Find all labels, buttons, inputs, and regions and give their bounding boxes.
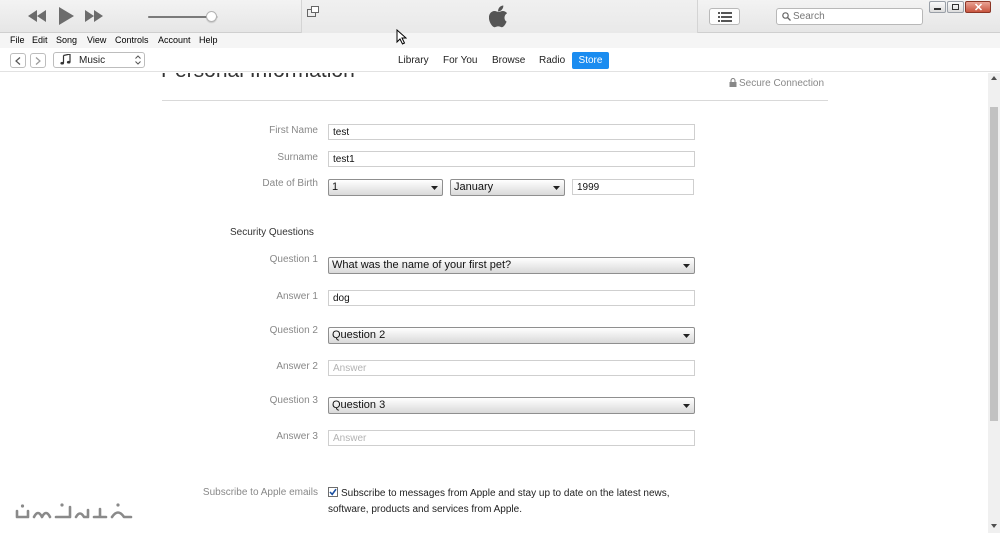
caret-down-icon <box>683 264 690 268</box>
caret-down-icon <box>431 186 438 190</box>
question1-label: Question 1 <box>269 254 318 265</box>
question2-value: Question 2 <box>332 329 386 341</box>
first-name-label: First Name <box>269 125 318 136</box>
subscribe-description: Subscribe to messages from Apple and sta… <box>328 488 670 515</box>
secure-connection-text: Secure Connection <box>739 78 825 89</box>
surname-field[interactable] <box>328 151 695 167</box>
menu-edit[interactable]: Edit <box>32 35 48 45</box>
menu-song[interactable]: Song <box>56 35 77 45</box>
chevron-left-icon <box>15 57 21 65</box>
list-icon <box>718 12 732 22</box>
scroll-thumb[interactable] <box>990 107 998 421</box>
caret-down-icon <box>683 334 690 338</box>
vertical-scrollbar[interactable] <box>988 73 1000 533</box>
minimize-button[interactable] <box>929 1 946 13</box>
question2-label: Question 2 <box>269 325 318 336</box>
back-button[interactable] <box>10 53 26 68</box>
title-divider <box>162 100 828 101</box>
question3-label: Question 3 <box>269 395 318 406</box>
close-button[interactable] <box>965 1 991 13</box>
close-icon <box>974 3 982 11</box>
question3-select[interactable]: Question 3 <box>328 397 695 414</box>
question3-value: Question 3 <box>332 399 386 411</box>
subscribe-label: Subscribe to Apple emails <box>202 487 318 498</box>
question1-value: What was the name of your first pet? <box>332 259 512 271</box>
media-kind-select[interactable]: Music <box>53 52 145 68</box>
apple-logo-icon <box>488 5 509 33</box>
volume-knob[interactable] <box>206 11 217 22</box>
security-questions-heading: Security Questions <box>230 227 314 238</box>
answer3-field[interactable] <box>328 430 695 446</box>
checkmark-icon <box>329 488 337 496</box>
scroll-up-arrow-icon[interactable] <box>990 75 998 81</box>
up-next-button[interactable] <box>709 8 740 25</box>
tab-store[interactable]: Store <box>572 52 609 69</box>
fast-forward-icon[interactable] <box>85 10 103 22</box>
caret-down-icon <box>683 404 690 408</box>
question2-select[interactable]: Question 2 <box>328 327 695 344</box>
miniplayer-icon[interactable] <box>307 4 319 22</box>
minimize-icon <box>934 8 941 10</box>
menu-file[interactable]: File <box>10 35 25 45</box>
first-name-field[interactable] <box>328 124 695 140</box>
surname-label: Surname <box>277 152 318 163</box>
forward-button[interactable] <box>30 53 46 68</box>
question1-select[interactable]: What was the name of your first pet? <box>328 257 695 274</box>
search-box[interactable] <box>776 8 923 25</box>
menu-bar: File Edit Song View Controls Account Hel… <box>0 33 1000 48</box>
music-note-icon <box>60 53 71 68</box>
play-icon[interactable] <box>59 7 74 25</box>
maximize-button[interactable] <box>947 1 964 13</box>
answer2-label: Answer 2 <box>276 361 318 372</box>
dob-year-field[interactable] <box>572 179 694 195</box>
answer3-label: Answer 3 <box>276 431 318 442</box>
rewind-icon[interactable] <box>28 10 46 22</box>
answer1-label: Answer 1 <box>276 291 318 302</box>
menu-view[interactable]: View <box>87 35 106 45</box>
tab-library[interactable]: Library <box>392 52 435 69</box>
dob-month-select[interactable]: January <box>450 179 565 196</box>
dob-day-value: 1 <box>332 181 339 193</box>
volume-fill <box>148 16 211 18</box>
dob-month-value: January <box>454 181 494 193</box>
navigation-bar: Music Library For You Browse Radio Store <box>0 48 1000 72</box>
restore-icon <box>952 4 959 10</box>
scroll-down-arrow-icon[interactable] <box>990 523 998 529</box>
page-title: Personal Information <box>161 73 355 83</box>
answer1-field[interactable] <box>328 290 695 306</box>
player-toolbar <box>0 0 1000 33</box>
menu-controls[interactable]: Controls <box>115 35 149 45</box>
search-input[interactable] <box>793 10 919 23</box>
updown-chevron-icon <box>135 55 141 68</box>
secure-connection: Secure Connection <box>729 77 825 89</box>
dob-day-select[interactable]: 1 <box>328 179 443 196</box>
chevron-right-icon <box>35 57 41 65</box>
dob-label: Date of Birth <box>262 178 318 189</box>
answer2-field[interactable] <box>328 360 695 376</box>
lock-icon <box>729 77 737 87</box>
menu-account[interactable]: Account <box>158 35 191 45</box>
tab-radio[interactable]: Radio <box>533 52 571 69</box>
tab-for-you[interactable]: For You <box>437 52 483 69</box>
watermark-logo <box>15 503 133 519</box>
caret-down-icon <box>553 186 560 190</box>
menu-help[interactable]: Help <box>199 35 218 45</box>
search-icon <box>782 12 791 21</box>
subscribe-checkbox[interactable] <box>328 487 338 497</box>
tab-browse[interactable]: Browse <box>486 52 531 69</box>
media-kind-label: Music <box>79 55 106 66</box>
mouse-cursor-icon <box>396 29 407 45</box>
store-content: Personal Information Secure Connection F… <box>0 73 988 533</box>
